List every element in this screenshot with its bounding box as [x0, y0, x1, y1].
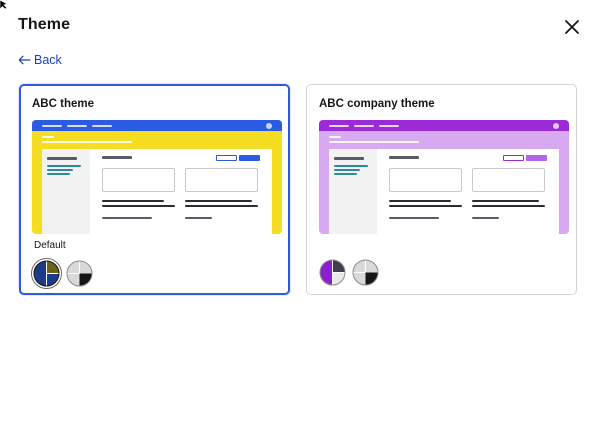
color-swatches — [31, 258, 93, 289]
blue-olive-swatch[interactable] — [31, 258, 62, 289]
theme-preview — [32, 120, 282, 234]
preview-content-panel — [329, 149, 559, 234]
close-icon — [565, 20, 579, 34]
close-button[interactable] — [559, 14, 585, 40]
back-link-label: Back — [34, 53, 62, 67]
theme-preview — [319, 120, 569, 234]
preview-sidebar — [42, 149, 90, 234]
theme-card-abc-company[interactable]: ABC company theme — [306, 84, 577, 295]
preview-header-bar — [319, 120, 569, 131]
back-link[interactable]: Back — [18, 53, 62, 67]
default-label: Default — [34, 240, 66, 251]
mouse-cursor-icon — [0, 0, 8, 10]
theme-card-abc[interactable]: ABC theme Default — [19, 84, 290, 295]
dialog-title: Theme — [18, 16, 71, 33]
preview-header-bar — [32, 120, 282, 131]
grey-black-swatch[interactable] — [352, 259, 379, 286]
theme-card-title: ABC theme — [32, 98, 94, 110]
arrow-left-icon — [18, 55, 31, 65]
preview-sidebar — [329, 149, 377, 234]
purple-dark-swatch[interactable] — [319, 259, 346, 286]
preview-content-panel — [42, 149, 272, 234]
theme-dialog: Theme Back ABC theme Default ABC company… — [0, 0, 600, 442]
grey-black-swatch[interactable] — [66, 260, 93, 287]
color-swatches — [319, 259, 379, 286]
theme-card-title: ABC company theme — [319, 98, 435, 110]
